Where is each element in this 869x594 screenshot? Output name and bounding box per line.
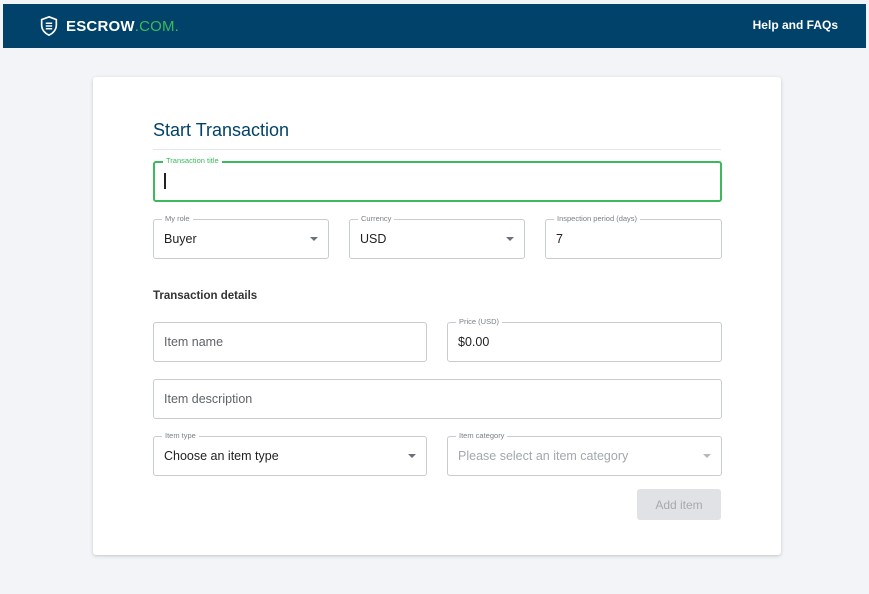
price-field[interactable]: Price (USD) $0.00 — [447, 317, 722, 362]
item-type-value: Choose an item type — [164, 449, 279, 463]
currency-select[interactable]: Currency USD — [349, 214, 525, 259]
item-name-placeholder: Item name — [164, 335, 224, 349]
add-item-button[interactable]: Add item — [637, 489, 721, 520]
logo-main-text: ESCROW — [66, 17, 135, 35]
my-role-label: My role — [162, 214, 193, 224]
price-label: Price (USD) — [456, 317, 503, 327]
item-category-select[interactable]: Item category Please select an item cate… — [447, 431, 722, 476]
top-navigation-bar: ESCROW.COM. Help and FAQs — [3, 4, 866, 48]
transaction-details-heading: Transaction details — [153, 290, 258, 302]
item-description-placeholder: Item description — [164, 392, 253, 406]
transaction-title-field[interactable]: Transaction title — [153, 156, 722, 202]
inspection-period-label: Inspection period (days) — [554, 214, 641, 224]
escrow-logo[interactable]: ESCROW.COM. — [38, 14, 179, 38]
chevron-down-icon — [310, 237, 318, 241]
my-role-value: Buyer — [164, 232, 197, 246]
start-transaction-card: Start Transaction Transaction title My r… — [93, 77, 781, 555]
transaction-title-label: Transaction title — [163, 156, 222, 166]
my-role-select[interactable]: My role Buyer — [153, 214, 329, 259]
currency-value: USD — [360, 232, 387, 246]
chevron-down-icon — [703, 454, 711, 458]
page-title: Start Transaction — [153, 120, 290, 140]
help-and-faqs-link[interactable]: Help and FAQs — [753, 18, 838, 32]
text-cursor — [164, 173, 166, 189]
logo-domain-text: .COM. — [134, 17, 180, 35]
chevron-down-icon — [506, 237, 514, 241]
item-type-select[interactable]: Item type Choose an item type — [153, 431, 427, 476]
item-category-label: Item category — [456, 431, 508, 441]
item-category-placeholder: Please select an item category — [458, 449, 629, 463]
item-type-label: Item type — [162, 431, 199, 441]
item-name-field[interactable]: Item name — [153, 322, 427, 362]
inspection-period-field[interactable]: Inspection period (days) 7 — [545, 214, 722, 259]
price-value: $0.00 — [458, 335, 490, 349]
currency-label: Currency — [358, 214, 395, 224]
logo-wordmark: ESCROW.COM. — [66, 18, 179, 35]
item-description-field[interactable]: Item description — [153, 379, 722, 419]
chevron-down-icon — [408, 454, 416, 458]
title-divider — [153, 149, 721, 150]
shield-menu-icon — [40, 15, 58, 37]
inspection-period-value: 7 — [556, 232, 563, 246]
